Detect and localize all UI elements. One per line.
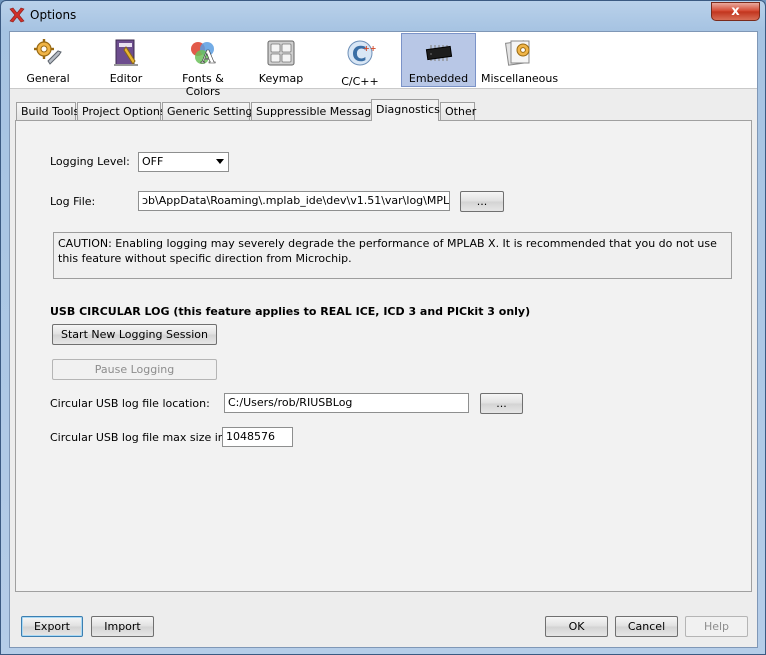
cancel-button[interactable]: Cancel <box>615 616 678 637</box>
logging-level-label: Logging Level: <box>50 155 130 168</box>
svg-text:++: ++ <box>363 44 376 53</box>
caution-message: CAUTION: Enabling logging may severely d… <box>53 232 732 279</box>
netbeans-x-icon <box>9 7 25 23</box>
circular-log-location-label: Circular USB log file location: <box>50 397 210 410</box>
circular-log-max-size-field[interactable]: 1048576 <box>222 427 293 447</box>
category-label: Keymap <box>258 72 304 85</box>
category-miscellaneous[interactable]: Miscellaneous <box>480 33 559 87</box>
category-embedded[interactable]: Embedded <box>401 33 476 87</box>
category-label: C/C++ <box>341 75 379 88</box>
tab-generic-settings[interactable]: Generic Settings <box>162 102 258 121</box>
circular-log-browse-button[interactable]: ... <box>480 393 523 414</box>
editor-notepad-icon <box>114 39 138 66</box>
category-editor[interactable]: Editor <box>90 33 162 87</box>
category-label: Miscellaneous <box>481 72 559 85</box>
category-label: Embedded <box>408 72 469 85</box>
logging-level-value: OFF <box>142 155 164 168</box>
category-label: Fonts & Colors <box>182 72 224 98</box>
category-label: General <box>26 72 70 85</box>
tab-suppressible-messages[interactable]: Suppressible Messages <box>251 102 384 121</box>
category-keymap[interactable]: Keymap <box>246 33 316 87</box>
start-logging-session-button[interactable]: Start New Logging Session <box>52 324 217 345</box>
title-bar[interactable]: Options x <box>1 1 765 31</box>
options-window: Options x General Editor A Fonts & Color… <box>0 0 766 655</box>
tab-project-options[interactable]: Project Options <box>77 102 166 121</box>
import-button[interactable]: Import <box>91 616 154 637</box>
gear-wrench-icon <box>34 39 62 65</box>
ok-button[interactable]: OK <box>545 616 608 637</box>
log-file-label: Log File: <box>50 195 96 208</box>
diagnostics-panel: Logging Level: OFF Log File: ɔb\AppData\… <box>15 120 752 592</box>
circular-log-max-size-label: Circular USB log file max size in KBs <box>50 431 249 444</box>
help-button[interactable]: Help <box>685 616 748 637</box>
logging-level-combo[interactable]: OFF <box>138 152 229 172</box>
usb-circular-log-title: USB CIRCULAR LOG (this feature applies t… <box>50 305 531 318</box>
close-button[interactable]: x <box>711 2 760 21</box>
keyboard-icon <box>267 40 295 66</box>
svg-text:A: A <box>200 47 216 68</box>
tab-build-tools[interactable]: Build Tools <box>16 102 79 121</box>
pause-logging-button[interactable]: Pause Logging <box>52 359 217 380</box>
circular-log-location-field[interactable]: C:/Users/rob/RIUSBLog <box>224 393 469 413</box>
log-file-browse-button[interactable]: ... <box>460 191 504 212</box>
window-title: Options <box>30 8 77 22</box>
tab-diagnostics[interactable]: Diagnostics <box>371 99 440 121</box>
log-file-field[interactable]: ɔb\AppData\Roaming\.mplab_ide\dev\v1.51\… <box>138 191 450 211</box>
chevron-down-icon <box>216 159 224 164</box>
options-client-area: General Editor A Fonts & Colors Keymap C… <box>9 31 758 648</box>
fonts-colors-icon: A <box>191 42 216 68</box>
export-button[interactable]: Export <box>21 616 83 637</box>
c-cpp-icon: C ++ <box>347 40 376 66</box>
chip-icon <box>425 45 452 61</box>
category-fonts-colors[interactable]: A Fonts & Colors <box>165 33 241 98</box>
category-label: Editor <box>109 72 143 85</box>
tab-other[interactable]: Other <box>440 102 476 121</box>
miscellaneous-icon <box>504 40 530 66</box>
category-general[interactable]: General <box>12 33 84 87</box>
category-toolbar: General Editor A Fonts & Colors Keymap C… <box>10 32 757 98</box>
category-c-cpp[interactable]: C ++ C/C++ <box>322 33 398 88</box>
